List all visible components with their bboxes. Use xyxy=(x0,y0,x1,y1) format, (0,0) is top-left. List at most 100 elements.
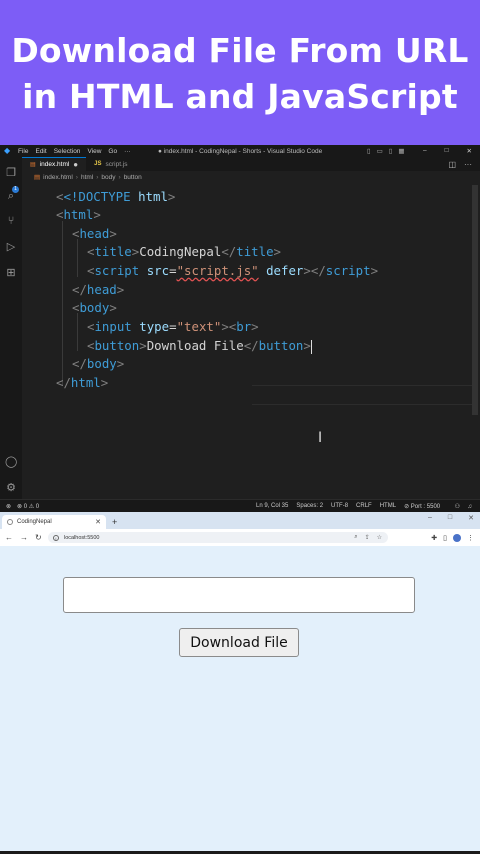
run-debug-icon[interactable]: ▷ xyxy=(5,241,17,253)
search-icon[interactable]: ⌕ xyxy=(5,190,17,202)
back-arrow-icon[interactable]: ← xyxy=(5,533,13,542)
web-page: Download File xyxy=(0,546,480,854)
activity-bar: ❐ 1 ⌕ ⑂ ▷ ⊞ ◯ ⚙ xyxy=(0,157,22,506)
extensions-puzzle-icon[interactable]: ✚ xyxy=(431,534,437,542)
toggle-panel-icon[interactable]: ▭ xyxy=(377,147,383,155)
bookmark-star-icon[interactable]: ☆ xyxy=(377,534,382,541)
minimize-icon[interactable]: – xyxy=(428,514,432,522)
code-tag: html xyxy=(63,207,94,222)
problems-status[interactable]: ⊗ 0 ⚠ 0 xyxy=(17,503,39,510)
code-value: "script.js" xyxy=(176,263,259,278)
menu-more[interactable]: ··· xyxy=(124,148,131,155)
code-line-9: <button>Download File</button> xyxy=(87,338,312,354)
code-line-5: <script src="script.js" defer></script> xyxy=(87,263,379,278)
encoding-status[interactable]: UTF-8 xyxy=(331,503,348,510)
live-server-port[interactable]: ⊘ Port : 5500 xyxy=(404,503,440,510)
code-line-11: </html> xyxy=(56,375,109,390)
code-editor[interactable]: <<!DOCTYPE html> <html> <head> <title>Co… xyxy=(22,185,472,505)
close-icon[interactable]: ✕ xyxy=(468,514,474,522)
status-bar: ⊗ ⊗ 0 ⚠ 0 Ln 9, Col 35 Spaces: 2 UTF-8 C… xyxy=(0,499,480,513)
menu-edit[interactable]: Edit xyxy=(35,148,46,155)
menu-view[interactable]: View xyxy=(87,148,101,155)
code-line-1: <<!DOCTYPE html> xyxy=(56,189,176,204)
maximize-icon[interactable]: □ xyxy=(448,514,452,522)
settings-gear-icon[interactable]: ⚙ xyxy=(5,482,17,494)
tab-script-js[interactable]: JS script.js xyxy=(86,157,135,171)
indent-guide xyxy=(62,221,63,385)
port-label: Port : 5500 xyxy=(410,504,441,510)
url-text: localhost:5500 xyxy=(64,534,100,541)
new-tab-icon[interactable]: + xyxy=(112,517,117,527)
code-value: "text" xyxy=(176,319,222,334)
cursor-position[interactable]: Ln 9, Col 35 xyxy=(256,503,288,510)
code-tag: title xyxy=(94,244,132,259)
breadcrumb-item[interactable]: html xyxy=(81,174,93,181)
code-text: CodingNepal xyxy=(139,244,222,259)
zoom-icon[interactable]: ⌕ xyxy=(354,534,357,541)
code-doctype: <!DOCTYPE xyxy=(63,189,131,204)
eol-status[interactable]: CRLF xyxy=(356,503,372,510)
breadcrumb-item[interactable]: index.html xyxy=(43,174,73,181)
indentation-status[interactable]: Spaces: 2 xyxy=(296,503,323,510)
close-icon[interactable]: ✕ xyxy=(467,147,472,155)
current-line-highlight xyxy=(252,385,472,405)
text-caret xyxy=(310,339,312,354)
layout-controls: ▯ ▭ ▯ ▦ xyxy=(367,147,404,155)
code-attr: src xyxy=(146,263,170,278)
account-status-icon[interactable]: ⚇ xyxy=(455,503,460,510)
side-panel-icon[interactable]: ▯ xyxy=(443,534,447,542)
language-status[interactable]: HTML xyxy=(380,503,396,510)
forward-arrow-icon[interactable]: → xyxy=(20,533,28,542)
code-tag: button xyxy=(94,338,140,353)
code-tag: script xyxy=(325,263,371,278)
tab-index-html[interactable]: ▤ index.html ● xyxy=(22,157,87,171)
browser-tab[interactable]: CodingNepal ✕ xyxy=(2,515,106,529)
code-line-8: <input type="text"><br> xyxy=(87,319,259,334)
indent-guide xyxy=(77,239,78,277)
browser-tab-strip: CodingNepal ✕ + – □ ✕ xyxy=(0,512,480,529)
explorer-icon[interactable]: ❐ xyxy=(5,167,17,179)
remote-icon[interactable]: ⊗ xyxy=(6,503,11,510)
code-tag: input xyxy=(94,319,132,334)
editor-scrollbar[interactable] xyxy=(472,185,478,415)
breadcrumb-item[interactable]: body xyxy=(101,174,115,181)
maximize-icon[interactable]: □ xyxy=(445,147,449,155)
mouse-ibeam-cursor-icon: I xyxy=(318,430,323,446)
more-actions-icon[interactable]: ··· xyxy=(464,160,472,169)
window-title: ● index.html - CodingNepal - Shorts - Vi… xyxy=(158,147,323,155)
address-bar[interactable]: i localhost:5500 ⌕ ⇪ ☆ xyxy=(48,532,388,543)
minimize-icon[interactable]: – xyxy=(423,147,427,155)
code-line-3: <head> xyxy=(72,226,117,241)
code-text: Download File xyxy=(146,338,244,353)
code-doctype-html: html xyxy=(130,189,168,204)
toggle-secondary-sidebar-icon[interactable]: ▯ xyxy=(389,147,393,155)
notifications-bell-icon[interactable]: ♫ xyxy=(468,504,473,510)
customize-layout-icon[interactable]: ▦ xyxy=(398,147,404,155)
window-controls: – □ ✕ xyxy=(423,147,472,155)
tab-label: script.js xyxy=(105,160,128,168)
download-file-button[interactable]: Download File xyxy=(179,628,299,657)
url-input[interactable] xyxy=(63,577,415,613)
menu-selection[interactable]: Selection xyxy=(54,148,81,155)
toggle-sidebar-icon[interactable]: ▯ xyxy=(367,147,371,155)
chevron-right-icon: › xyxy=(118,173,121,181)
code-line-6: </head> xyxy=(72,282,125,297)
reload-icon[interactable]: ↻ xyxy=(35,533,42,542)
share-icon[interactable]: ⇪ xyxy=(365,534,370,541)
code-tag: head xyxy=(79,226,110,241)
account-icon[interactable]: ◯ xyxy=(5,456,17,468)
browser-menu-icon[interactable]: ⋮ xyxy=(467,534,474,542)
site-info-icon[interactable]: i xyxy=(53,534,59,541)
editor-tabs: ▤ index.html ● JS script.js ◫ ··· xyxy=(22,157,480,171)
unsaved-dot-icon[interactable]: ● xyxy=(73,160,78,168)
breadcrumb-item[interactable]: button xyxy=(124,174,142,181)
source-control-icon[interactable]: ⑂ xyxy=(5,215,17,227)
extensions-icon[interactable]: ⊞ xyxy=(5,267,17,279)
code-tag: html xyxy=(70,375,101,390)
menu-file[interactable]: File xyxy=(18,148,28,155)
banner-title-line2: in HTML and JavaScript xyxy=(22,77,458,116)
close-tab-icon[interactable]: ✕ xyxy=(95,518,101,526)
profile-avatar-icon[interactable] xyxy=(453,533,461,542)
menu-go[interactable]: Go xyxy=(108,148,117,155)
split-editor-icon[interactable]: ◫ xyxy=(448,160,456,169)
